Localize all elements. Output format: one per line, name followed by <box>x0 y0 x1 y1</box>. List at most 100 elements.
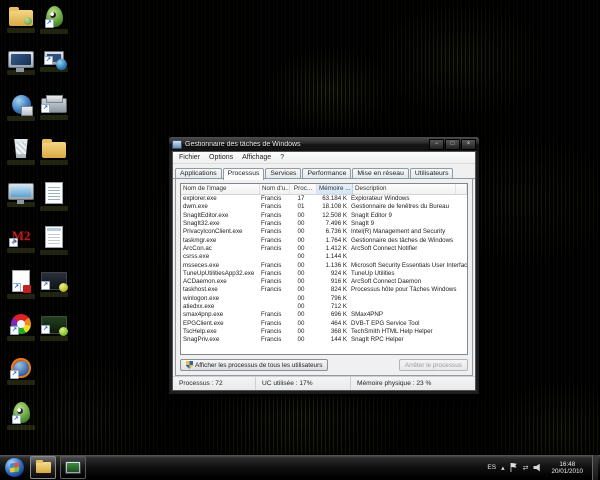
taskbar-taskmgr-button[interactable] <box>60 456 86 479</box>
menu-item-[interactable]: ? <box>276 154 288 161</box>
desktop-icon-m2-app[interactable]: M2 ↗ <box>5 225 37 253</box>
action-center-flag-icon[interactable] <box>510 463 517 472</box>
maximize-button[interactable]: □ <box>445 138 460 150</box>
cell-memory: 63.184 K <box>322 195 347 203</box>
desktop-icon-display[interactable] <box>5 181 37 207</box>
cell-description: Gestionnaire des tâches de Windows <box>351 236 454 244</box>
start-button[interactable] <box>5 458 24 477</box>
process-row[interactable]: ArcCon.ac Francis 00 1.412 K ArcSoft Connect… <box>181 245 467 253</box>
desktop-icon-pinwheel-app[interactable]: ↗ <box>5 313 37 341</box>
process-row[interactable]: smax4pnp.exe Francis 00 696 K SMax4PNP <box>181 311 467 319</box>
process-row[interactable]: ACDaemon.exe Francis 00 916 K ArcSoft Connec… <box>181 278 467 286</box>
cell-image: ArcCon.ac <box>183 244 212 252</box>
menu-bar: Fichier Options Affichage? <box>173 152 475 164</box>
desktop: ↗ ↗ ↗ M2 ↗ ↗ ↗ ↗ ↗ ↗ ↗ Gestionnaire des tâches de … <box>0 0 600 480</box>
process-row[interactable]: SnagItEditor.exe Francis 00 12.508 K SnagIt … <box>181 212 467 220</box>
tab-miseenrseau[interactable]: Mise en réseau <box>352 168 409 179</box>
cell-description: SnagIt 9 <box>351 220 375 228</box>
desktop-icon-settings-dialog[interactable] <box>38 225 70 255</box>
process-row[interactable]: PrivacyIconClient.exe Francis 00 6.736 K Int… <box>181 228 467 236</box>
show-all-processes-button[interactable]: Afficher les processus de tous les utili… <box>180 359 329 371</box>
desktop-icon-green-mascot[interactable]: ↗ <box>38 5 70 34</box>
tab-services[interactable]: Services <box>265 168 302 179</box>
cell-memory: 696 K <box>330 311 347 319</box>
menu-item-fichier[interactable]: Fichier <box>175 154 204 161</box>
end-process-button[interactable]: Arrêter le processus <box>398 359 468 371</box>
column-header[interactable]: Mémoire ... <box>317 184 353 194</box>
language-indicator[interactable]: ES <box>487 464 496 471</box>
process-row[interactable]: taskhost.exe Francis 00 824 K Processus hôte… <box>181 286 467 294</box>
cell-cpu: 17 <box>297 195 305 203</box>
tab-performance[interactable]: Performance <box>302 168 352 179</box>
menu-item-options[interactable]: Options <box>205 154 237 161</box>
cell-description: Intel(R) Management and Security <box>351 228 446 236</box>
show-desktop-button[interactable] <box>592 455 598 480</box>
desktop-icon-network[interactable]: ↗ <box>38 49 70 72</box>
cell-memory: 824 K <box>330 286 347 294</box>
shortcut-arrow-overlay: ↗ <box>44 56 53 65</box>
dialog-icon <box>45 226 63 248</box>
cell-cpu: 00 <box>297 236 305 244</box>
desktop-icon-computer[interactable] <box>5 49 37 75</box>
sync-arrows-icon[interactable]: ⇄ <box>523 464 529 472</box>
cell-image: smax4pnp.exe <box>183 311 224 319</box>
tab-utilisateurs[interactable]: Utilisateurs <box>409 168 454 179</box>
column-header[interactable]: Description <box>353 184 456 194</box>
cell-image: csrss.exe <box>183 253 210 261</box>
folder-icon <box>35 460 51 473</box>
taskbar: ES ▴ ⇄ 16:48 20/01/2010 <box>0 454 600 480</box>
tab-applications[interactable]: Applications <box>175 168 222 179</box>
process-row[interactable]: csrss.exe 00 1.144 K <box>181 253 467 261</box>
icon-label <box>40 160 68 165</box>
process-row[interactable]: explorer.exe Francis 17 63.184 K Explorateur… <box>181 195 467 203</box>
process-row[interactable]: dwm.exe Francis 01 18.108 K Gestionnaire de … <box>181 203 467 211</box>
cell-memory: 18.108 K <box>322 203 347 211</box>
desktop-icon-folder[interactable] <box>38 137 70 165</box>
process-row[interactable]: TuneUpUtilitiesApp32.exe Francis 00 924 K Tu… <box>181 270 467 278</box>
desktop-icon-printer[interactable]: ↗ <box>38 93 70 120</box>
process-row[interactable]: taskmgr.exe Francis 00 1.764 K Gestionnaire … <box>181 236 467 244</box>
minimize-button[interactable]: − <box>429 138 444 150</box>
desktop-icon-media-file[interactable]: ↗ <box>38 269 70 297</box>
desktop-icon-internet-globe[interactable] <box>5 93 37 121</box>
system-tray: ES ▴ ⇄ 16:48 20/01/2010 <box>487 455 600 480</box>
desktop-icon-shared-folder[interactable] <box>5 5 37 33</box>
volume-icon[interactable] <box>533 463 540 472</box>
shortcut-arrow-overlay: ↗ <box>41 281 50 290</box>
column-header[interactable]: Proc... <box>290 184 317 194</box>
process-row[interactable]: atiedxx.exe 00 712 K <box>181 303 467 311</box>
desktop-icon-firefox[interactable]: ↗ <box>5 357 37 385</box>
column-header[interactable]: Nom de l'image <box>181 184 260 194</box>
column-header-row: Nom de l'image Nom d'u... Proc... Mémoire .… <box>181 184 467 195</box>
desktop-icon-green-mascot-2[interactable]: ↗ <box>5 401 37 430</box>
cell-cpu: 00 <box>297 311 305 319</box>
process-row[interactable]: SnagPriv.exe Francis 00 144 K SnagIt RPC Hel… <box>181 336 467 344</box>
desktop-icon-recycle-bin[interactable] <box>5 137 37 165</box>
close-button[interactable]: × <box>461 138 476 150</box>
title-bar[interactable]: Gestionnaire des tâches de Windows − □ × <box>169 137 479 151</box>
process-row[interactable]: TscHelp.exe Francis 00 368 K TechSmith HTML … <box>181 328 467 336</box>
status-physical-memory: Mémoire physique : 23 % <box>357 380 432 387</box>
process-row[interactable]: EPGClient.exe Francis 00 464 K DVB-T EPG Ser… <box>181 319 467 327</box>
cell-memory: 7.496 K <box>325 220 347 228</box>
recycle-icon <box>14 139 28 158</box>
cell-user: Francis <box>261 319 282 327</box>
icon-label <box>7 28 35 33</box>
cell-cpu: 00 <box>297 327 305 335</box>
hidden-icons-button[interactable]: ▴ <box>501 464 505 472</box>
desktop-icon-text-document[interactable] <box>38 181 70 211</box>
tab-processus[interactable]: Processus <box>222 168 265 180</box>
process-row[interactable]: winlogon.exe 00 796 K <box>181 295 467 303</box>
cell-user: Francis <box>261 228 282 236</box>
process-row[interactable]: SnagIt32.exe Francis 00 7.496 K SnagIt 9 <box>181 220 467 228</box>
desktop-icon-media-file-2[interactable]: ↗ <box>38 313 70 341</box>
column-header[interactable]: Nom d'u... <box>260 184 290 194</box>
cell-user: Francis <box>261 261 282 269</box>
cell-image: PrivacyIconClient.exe <box>183 228 243 236</box>
cell-image: atiedxx.exe <box>183 303 215 310</box>
desktop-icon-pdf-document[interactable]: ↗ <box>5 269 37 299</box>
menu-item-affichage[interactable]: Affichage <box>238 154 275 161</box>
clock[interactable]: 16:48 20/01/2010 <box>547 461 587 475</box>
taskbar-explorer-button[interactable] <box>30 456 56 479</box>
process-row[interactable]: msseces.exe Francis 00 1.136 K Microsoft Sec… <box>181 261 467 269</box>
